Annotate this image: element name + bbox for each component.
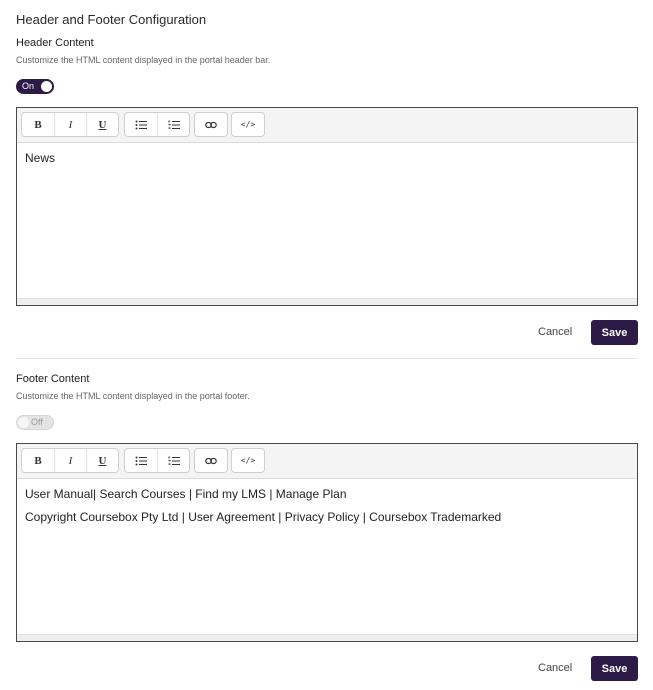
code-group: </>: [231, 112, 265, 137]
section-divider: [16, 358, 638, 359]
link-icon: [205, 457, 217, 464]
list-group: [124, 112, 190, 137]
numbered-list-button[interactable]: [157, 449, 189, 472]
format-group: B I U: [21, 448, 119, 473]
header-editor-toolbar: B I U </>: [17, 108, 637, 143]
italic-button[interactable]: I: [54, 449, 86, 472]
link-icon: [205, 121, 217, 128]
link-group: [194, 112, 228, 137]
code-group: </>: [231, 448, 265, 473]
header-toggle-label: On: [22, 81, 35, 91]
footer-content-description: Customize the HTML content displayed in …: [16, 391, 250, 401]
header-cancel-button[interactable]: Cancel: [538, 326, 572, 338]
bold-button[interactable]: B: [22, 449, 54, 472]
bullet-list-icon: [135, 456, 147, 465]
bullet-list-icon: [135, 120, 147, 129]
footer-cancel-button[interactable]: Cancel: [538, 662, 572, 674]
footer-editor: B I U </> User Manual| Search Courses | …: [16, 443, 638, 642]
numbered-list-icon: [168, 456, 180, 465]
footer-toggle[interactable]: Off: [16, 415, 54, 430]
header-content-title: Header Content: [16, 37, 94, 49]
italic-button[interactable]: I: [54, 113, 86, 136]
editor-statusbar: [17, 634, 637, 641]
header-editor-content[interactable]: News: [17, 143, 637, 182]
footer-editor-content[interactable]: User Manual| Search Courses | Find my LM…: [17, 479, 637, 541]
editor-statusbar: [17, 298, 637, 305]
footer-toggle-label: Off: [31, 417, 43, 427]
code-view-button[interactable]: </>: [232, 113, 264, 136]
header-toggle[interactable]: On: [16, 79, 54, 94]
link-button[interactable]: [195, 113, 227, 136]
content-line: User Manual| Search Courses | Find my LM…: [25, 487, 347, 501]
content-line: Copyright Coursebox Pty Ltd | User Agree…: [25, 510, 502, 524]
header-content-description: Customize the HTML content displayed in …: [16, 55, 271, 65]
code-view-button[interactable]: </>: [232, 449, 264, 472]
bullet-list-button[interactable]: [125, 113, 157, 136]
bullet-list-button[interactable]: [125, 449, 157, 472]
link-group: [194, 448, 228, 473]
underline-button[interactable]: U: [86, 449, 118, 472]
list-group: [124, 448, 190, 473]
toggle-knob: [18, 417, 29, 428]
format-group: B I U: [21, 112, 119, 137]
footer-editor-toolbar: B I U </>: [17, 444, 637, 479]
header-editor: B I U </> News: [16, 107, 638, 306]
numbered-list-icon: [168, 120, 180, 129]
page-title: Header and Footer Configuration: [16, 12, 207, 27]
underline-button[interactable]: U: [86, 113, 118, 136]
content-line: News: [25, 151, 56, 165]
bold-button[interactable]: B: [22, 113, 54, 136]
numbered-list-button[interactable]: [157, 113, 189, 136]
footer-content-title: Footer Content: [16, 373, 90, 385]
toggle-knob: [41, 81, 52, 92]
footer-save-button[interactable]: Save: [591, 656, 638, 681]
header-save-button[interactable]: Save: [591, 320, 638, 345]
link-button[interactable]: [195, 449, 227, 472]
